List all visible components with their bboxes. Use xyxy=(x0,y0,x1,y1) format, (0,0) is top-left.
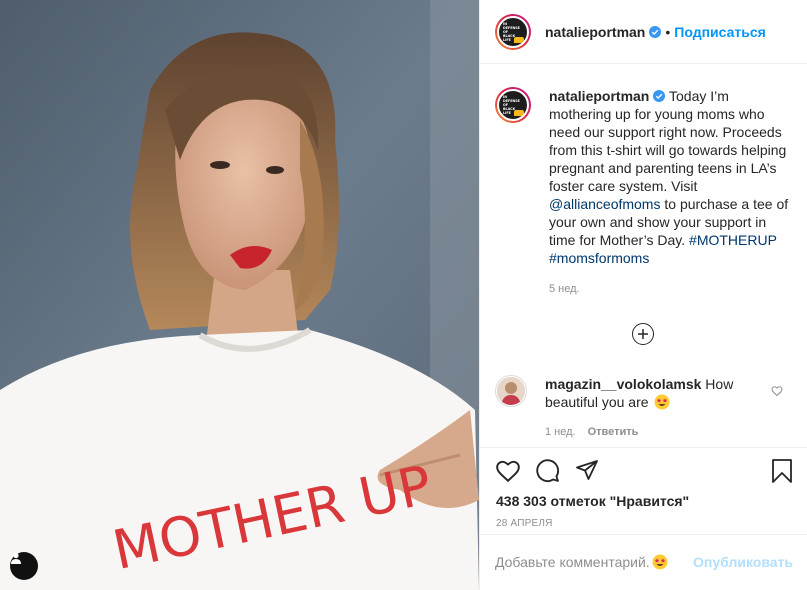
commenter-username[interactable]: magazin__volokolamsk xyxy=(545,376,701,392)
star-struck-emoji-icon[interactable] xyxy=(652,554,668,570)
post-side-panel: IN DEFENSE OF BLACK LIFE natalieportman … xyxy=(479,0,807,590)
post-actions: 438 303 отметок "Нравится" 28 АПРЕЛЯ Опу… xyxy=(480,447,807,589)
comment-item: magazin__volokolamsk How beautiful you a… xyxy=(495,375,795,441)
action-icons-row xyxy=(495,458,795,484)
tagged-users-button[interactable] xyxy=(10,552,38,580)
star-struck-emoji-icon xyxy=(654,394,670,410)
hashtag-link[interactable]: #MOTHERUP xyxy=(689,232,777,248)
caption-text: natalieportman Today I’m mothering up fo… xyxy=(549,87,794,298)
avatar-image: IN DEFENSE OF BLACK LIFE xyxy=(497,89,529,121)
verified-badge-icon xyxy=(649,25,662,38)
comment-bubble-icon[interactable] xyxy=(535,458,560,483)
author-username[interactable]: natalieportman xyxy=(545,24,645,40)
caption-username[interactable]: natalieportman xyxy=(549,88,649,104)
reply-button[interactable]: Ответить xyxy=(588,426,639,438)
post-photo[interactable]: MOTHER UP xyxy=(0,0,479,590)
likes-count[interactable]: 438 303 отметок "Нравится" xyxy=(496,493,689,509)
like-comment-heart-icon[interactable] xyxy=(771,385,783,397)
add-comment-bar: Опубликовать xyxy=(480,534,807,589)
avatar-text-line: LIFE xyxy=(503,111,511,115)
comment-timestamp[interactable]: 1 нед. xyxy=(545,426,576,438)
save-bookmark-icon[interactable] xyxy=(771,458,793,484)
instagram-post: MOTHER UP IN DEFENSE OF BLACK LIFE natal… xyxy=(0,0,807,590)
avatar-image: IN DEFENSE OF BLACK LIFE xyxy=(497,15,529,48)
load-more-comments-button[interactable] xyxy=(632,323,654,345)
mention-link[interactable]: @allianceofmoms xyxy=(549,196,660,212)
follow-button[interactable]: Подписаться xyxy=(674,24,766,40)
avatar-yellow-shape xyxy=(514,36,524,43)
post-caption: IN DEFENSE OF BLACK LIFE natalieportman … xyxy=(495,87,795,298)
like-heart-icon[interactable] xyxy=(495,458,521,484)
plus-icon xyxy=(638,329,648,339)
post-header: IN DEFENSE OF BLACK LIFE natalieportman … xyxy=(480,0,807,64)
user-icon xyxy=(11,552,21,564)
caption-author-avatar[interactable]: IN DEFENSE OF BLACK LIFE xyxy=(495,87,531,123)
photo-illustration: MOTHER UP xyxy=(0,0,479,590)
post-date[interactable]: 28 АПРЕЛЯ xyxy=(496,518,553,529)
avatar-text-line: LIFE xyxy=(503,37,511,42)
share-paper-plane-icon[interactable] xyxy=(575,458,599,482)
hashtag-link[interactable]: #momsformoms xyxy=(549,250,649,266)
comment-input[interactable] xyxy=(495,554,650,570)
verified-badge-icon xyxy=(653,90,666,102)
author-avatar[interactable]: IN DEFENSE OF BLACK LIFE xyxy=(495,13,531,50)
separator-dot: • xyxy=(665,23,671,40)
comment-text: magazin__volokolamsk How beautiful you a… xyxy=(545,375,760,441)
comment-meta: 1 нед. Ответить xyxy=(545,423,760,441)
publish-comment-button[interactable]: Опубликовать xyxy=(693,554,793,570)
avatar-yellow-shape xyxy=(514,110,524,116)
commenter-avatar[interactable] xyxy=(495,375,527,407)
avatar-image xyxy=(497,377,525,405)
caption-timestamp[interactable]: 5 нед. xyxy=(549,280,794,298)
